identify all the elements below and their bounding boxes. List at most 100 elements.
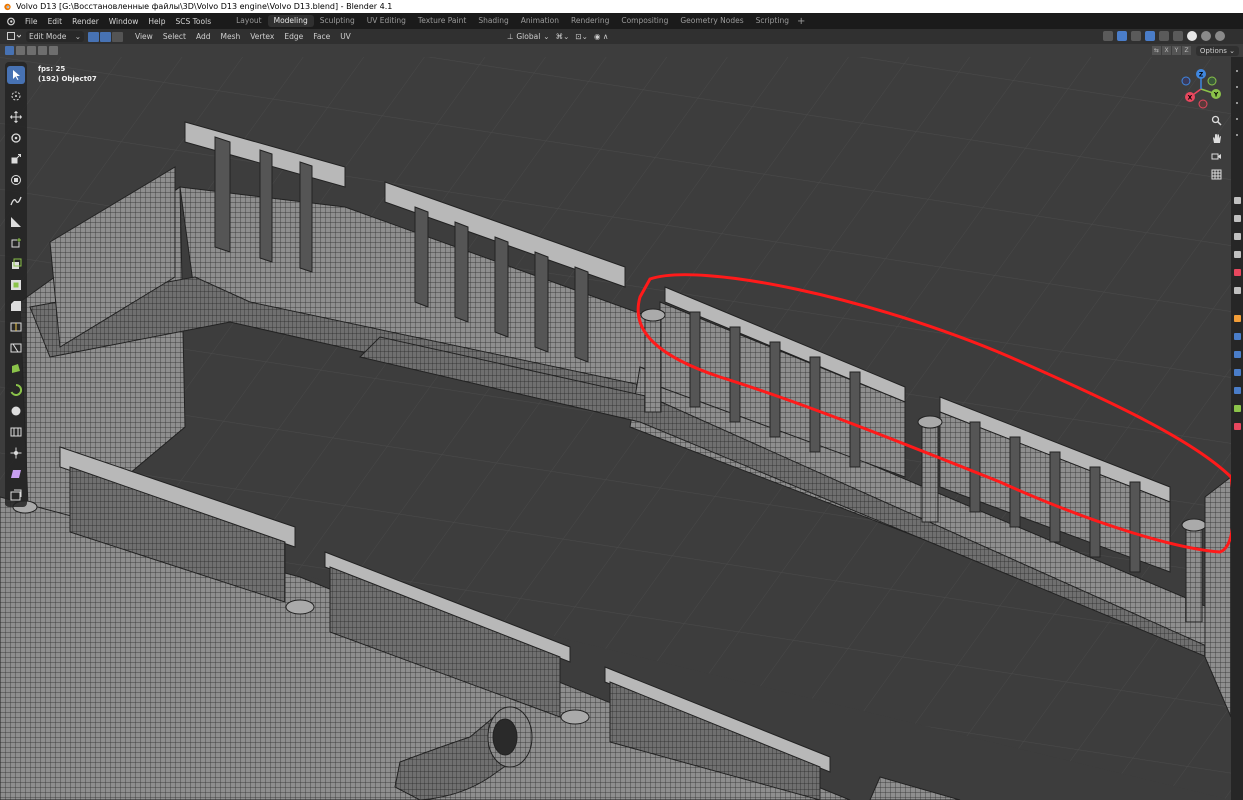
add-cube-tool[interactable]	[7, 234, 25, 252]
tool-properties-icon[interactable]	[1234, 197, 1241, 204]
tab-shading[interactable]: Shading	[472, 15, 514, 27]
overlay-toggle-icon[interactable]	[1131, 31, 1141, 41]
rotate-tool[interactable]	[7, 129, 25, 147]
sidebar-toggle-dots[interactable]	[1236, 70, 1238, 150]
knife-tool[interactable]	[7, 339, 25, 357]
mirror-x-toggle[interactable]: X	[1162, 46, 1171, 55]
perspective-toggle-button[interactable]	[1208, 166, 1224, 182]
render-properties-icon[interactable]	[1234, 215, 1241, 222]
tab-layout[interactable]: Layout	[230, 15, 268, 27]
constraints-properties-icon[interactable]	[1234, 387, 1241, 394]
select-subtract-icon[interactable]	[27, 46, 36, 55]
shear-tool[interactable]	[7, 465, 25, 483]
measure-tool[interactable]	[7, 213, 25, 231]
options-dropdown[interactable]: Options ⌄	[1195, 45, 1239, 56]
face-select-button[interactable]	[112, 31, 123, 42]
menu-render[interactable]: Render	[67, 17, 104, 26]
menu-vertex[interactable]: Vertex	[245, 31, 279, 42]
physics-properties-icon[interactable]	[1234, 369, 1241, 376]
menu-mesh[interactable]: Mesh	[215, 31, 245, 42]
mirror-y-toggle[interactable]: Y	[1172, 46, 1181, 55]
3d-viewport[interactable]: fps: 25 (192) Object07	[0, 57, 1231, 800]
tab-animation[interactable]: Animation	[515, 15, 565, 27]
annotate-tool[interactable]	[7, 192, 25, 210]
pan-button[interactable]	[1208, 130, 1224, 146]
orientation-dropdown[interactable]: ⊥ Global ⌄	[504, 31, 553, 42]
inset-tool[interactable]	[7, 276, 25, 294]
vertex-select-button[interactable]	[88, 31, 99, 42]
rendered-shading-icon[interactable]	[1215, 31, 1225, 41]
visibility-icon[interactable]	[1103, 31, 1113, 41]
menu-add[interactable]: Add	[191, 31, 216, 42]
select-new-icon[interactable]	[5, 46, 14, 55]
gizmo-toggle-icon[interactable]	[1117, 31, 1127, 41]
smooth-tool[interactable]	[7, 402, 25, 420]
edge-select-button[interactable]	[100, 31, 111, 42]
scale-icon	[11, 153, 21, 163]
tab-geometry-nodes[interactable]: Geometry Nodes	[674, 15, 749, 27]
rip-region-tool[interactable]	[7, 486, 25, 504]
transform-tool[interactable]	[7, 171, 25, 189]
material-shading-icon[interactable]	[1201, 31, 1211, 41]
gizmo-neg-y-axis[interactable]	[1207, 76, 1217, 86]
navigation-gizmo[interactable]: X Y Z	[1178, 66, 1224, 112]
select-box-tool[interactable]	[7, 65, 25, 84]
menu-uv[interactable]: UV	[335, 31, 356, 42]
menu-window[interactable]: Window	[104, 17, 144, 26]
data-properties-icon[interactable]	[1234, 405, 1241, 412]
wireframe-shading-icon[interactable]	[1173, 31, 1183, 41]
loop-cut-tool[interactable]	[7, 318, 25, 336]
gizmo-neg-x-axis[interactable]	[1198, 99, 1208, 109]
spin-tool[interactable]	[7, 381, 25, 399]
gizmo-neg-z-axis[interactable]	[1181, 76, 1191, 86]
menu-edit[interactable]: Edit	[43, 17, 68, 26]
mirror-z-toggle[interactable]: Z	[1182, 46, 1191, 55]
menu-face[interactable]: Face	[308, 31, 335, 42]
menu-help[interactable]: Help	[143, 17, 170, 26]
tab-scripting[interactable]: Scripting	[750, 15, 795, 27]
object-properties-icon[interactable]	[1234, 315, 1241, 322]
poly-build-tool[interactable]	[7, 360, 25, 378]
tab-modeling[interactable]: Modeling	[267, 15, 314, 27]
overlay-dropdown-icon[interactable]	[1145, 31, 1155, 41]
view-layer-properties-icon[interactable]	[1234, 251, 1241, 258]
menu-scs-tools[interactable]: SCS Tools	[170, 17, 216, 26]
material-properties-icon[interactable]	[1234, 423, 1241, 430]
particles-properties-icon[interactable]	[1234, 351, 1241, 358]
edge-slide-tool[interactable]	[7, 423, 25, 441]
add-workspace-button[interactable]: +	[797, 16, 805, 27]
scene-properties-icon[interactable]	[1234, 269, 1241, 276]
move-tool[interactable]	[7, 108, 25, 126]
shrink-fatten-tool[interactable]	[7, 444, 25, 462]
solid-shading-icon[interactable]	[1187, 31, 1197, 41]
menu-select[interactable]: Select	[158, 31, 191, 42]
blender-menu-button[interactable]	[4, 15, 18, 27]
select-invert-icon[interactable]	[38, 46, 47, 55]
menu-file[interactable]: File	[20, 17, 43, 26]
tab-texture-paint[interactable]: Texture Paint	[412, 15, 472, 27]
tab-compositing[interactable]: Compositing	[615, 15, 674, 27]
output-properties-icon[interactable]	[1234, 233, 1241, 240]
pivot-dropdown[interactable]: ⌘⌄	[553, 31, 573, 42]
shrink-fatten-icon	[10, 447, 22, 458]
snap-toggle[interactable]: ⊡⌄	[572, 31, 591, 42]
tab-rendering[interactable]: Rendering	[565, 15, 615, 27]
select-intersect-icon[interactable]	[49, 46, 58, 55]
world-properties-icon[interactable]	[1234, 287, 1241, 294]
scale-tool[interactable]	[7, 150, 25, 168]
tab-uv-editing[interactable]: UV Editing	[361, 15, 412, 27]
bevel-tool[interactable]	[7, 297, 25, 315]
menu-view[interactable]: View	[130, 31, 158, 42]
xray-toggle-icon[interactable]	[1159, 31, 1169, 41]
zoom-button[interactable]	[1208, 112, 1224, 128]
select-extend-icon[interactable]	[16, 46, 25, 55]
editor-type-button[interactable]	[4, 31, 24, 42]
menu-edge[interactable]: Edge	[279, 31, 308, 42]
camera-view-button[interactable]	[1208, 148, 1224, 164]
tab-sculpting[interactable]: Sculpting	[314, 15, 361, 27]
proportional-edit-toggle[interactable]: ◉ ∧	[591, 31, 611, 42]
mode-dropdown[interactable]: Edit Mode ⌄	[26, 31, 84, 42]
modifier-properties-icon[interactable]	[1234, 333, 1241, 340]
extrude-tool[interactable]	[7, 255, 25, 273]
cursor-tool[interactable]	[7, 87, 25, 105]
